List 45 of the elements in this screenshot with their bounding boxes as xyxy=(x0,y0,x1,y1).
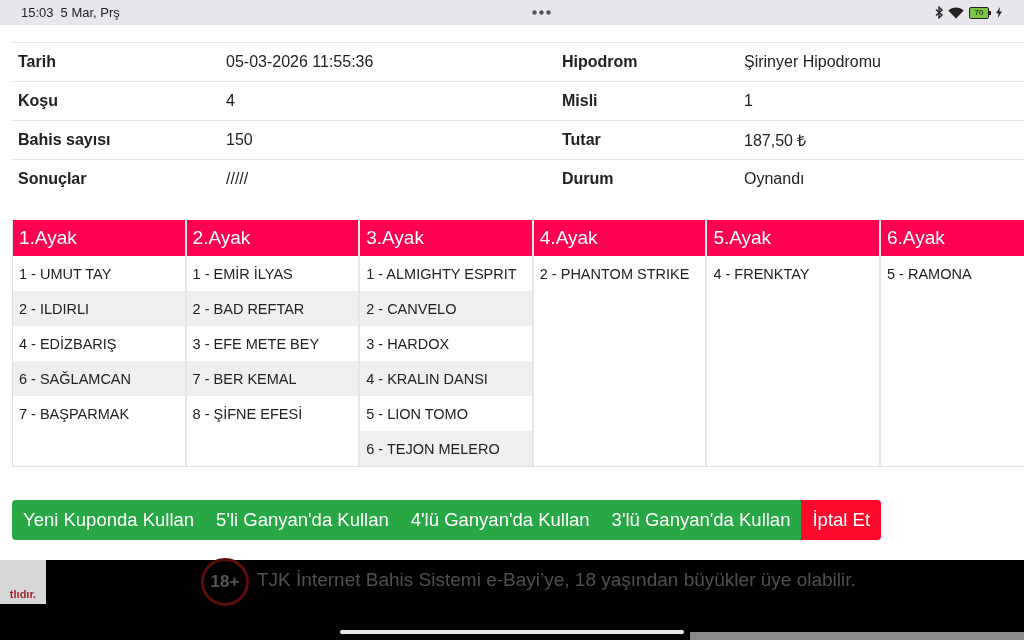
detail-value: 4 xyxy=(226,92,235,110)
detail-value: Şirinyer Hipodromu xyxy=(744,53,881,71)
use-button[interactable]: 5'li Ganyan'da Kullan xyxy=(205,500,400,540)
wifi-icon xyxy=(948,6,964,19)
detail-label: Koşu xyxy=(18,92,58,110)
column-header: 5.Ayak xyxy=(707,220,879,256)
detail-label: Hipodrom xyxy=(562,53,638,71)
use-button[interactable]: 4'lü Ganyan'da Kullan xyxy=(399,500,601,540)
cancel-button[interactable]: İptal Et xyxy=(801,500,882,540)
detail-value: 05-03-2026 11:55:36 xyxy=(226,53,374,71)
table-cell: 4 - KRALIN DANSI xyxy=(360,361,532,396)
column-header: 1.Ayak xyxy=(13,220,185,256)
use-button[interactable]: Yeni Kuponda Kullan xyxy=(12,500,206,540)
column-header: 2.Ayak xyxy=(186,220,359,256)
detail-label: Tarih xyxy=(18,53,56,71)
detail-value: Oynandı xyxy=(744,170,805,188)
detail-label: Durum xyxy=(562,170,614,188)
table-cell: 2 - CANVELO xyxy=(360,291,532,326)
detail-label: Bahis sayısı xyxy=(18,131,111,149)
detail-value: 187,50 ₺ xyxy=(744,131,807,151)
table-cell: 2 - ILDIRLI xyxy=(13,291,185,326)
table-cell: 6 - TEJON MELERO xyxy=(360,431,532,466)
detail-value: ///// xyxy=(226,170,249,188)
home-indicator[interactable] xyxy=(340,630,684,634)
detail-label: Tutar xyxy=(562,131,601,149)
detail-value: 150 xyxy=(226,131,253,149)
detail-value: 1 xyxy=(744,92,753,110)
table-cell: 7 - BER KEMAL xyxy=(186,361,359,396)
footer-badge: tlıdır. xyxy=(0,560,46,604)
use-button[interactable]: 3'lü Ganyan'da Kullan xyxy=(600,500,802,540)
table-cell: 2 - BAD REFTAR xyxy=(186,291,359,326)
column-header: 4.Ayak xyxy=(533,220,706,256)
table-cell: 6 - SAĞLAMCAN xyxy=(13,361,185,396)
detail-label: Misli xyxy=(562,92,598,110)
status-date: 5 Mar, Prş xyxy=(60,5,120,20)
lightning-icon xyxy=(996,7,1002,18)
detail-label: Sonuçlar xyxy=(18,170,87,188)
battery-level: 70 xyxy=(969,6,991,19)
bluetooth-icon xyxy=(935,6,943,19)
age-limit-mark: 18+ xyxy=(201,558,249,606)
column-header: 3.Ayak xyxy=(360,220,532,256)
status-time: 15:03 xyxy=(21,5,54,20)
dots-icon xyxy=(532,10,551,15)
footer-notice: TJK İnternet Bahis Sistemi e-Bayi’ye, 18 yaşından büyükler üye olabilir. xyxy=(257,569,856,591)
column-header: 6.Ayak xyxy=(880,220,1024,256)
